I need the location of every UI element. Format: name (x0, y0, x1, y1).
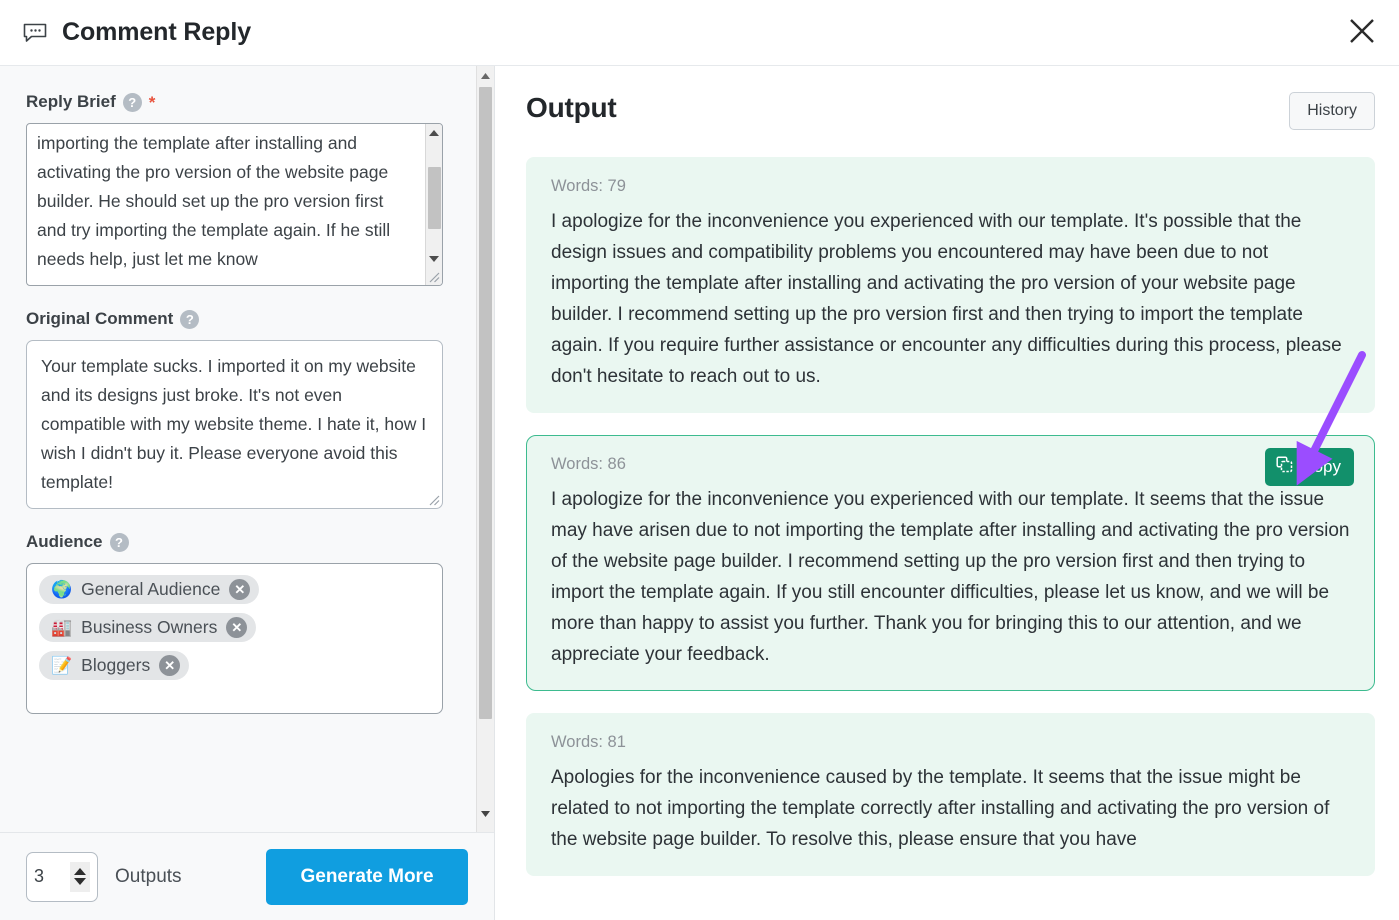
scrollbar-thumb[interactable] (479, 87, 492, 719)
question-circle-icon[interactable]: ? (109, 532, 129, 552)
original-comment-label: Original Comment ? (26, 309, 468, 329)
reply-brief-field: Reply Brief ? * importing the template a… (26, 92, 468, 286)
outputs-label: Outputs (115, 865, 182, 887)
original-comment-value: Your template sucks. I imported it on my… (41, 356, 432, 492)
question-circle-icon[interactable]: ? (122, 92, 142, 112)
word-count-label: Words: 86 (551, 454, 626, 473)
audience-chip[interactable]: 🌍 General Audience ✕ (39, 575, 260, 604)
scrollbar-thumb[interactable] (427, 167, 441, 229)
form-panel: Reply Brief ? * importing the template a… (0, 66, 495, 920)
audience-chip[interactable]: 🏭 Business Owners ✕ (39, 613, 257, 642)
output-card[interactable]: Words: 79 I apologize for the inconvenie… (526, 157, 1375, 413)
reply-brief-scrollbar[interactable] (425, 124, 442, 285)
copy-button[interactable]: Copy (1265, 448, 1354, 486)
memo-icon: 📝 (51, 656, 73, 675)
output-text: I apologize for the inconvenience you ex… (551, 211, 1342, 387)
reply-brief-textarea[interactable]: importing the template after installing … (26, 123, 443, 286)
output-panel: Output History Words: 79 I apologize for… (495, 66, 1399, 920)
scroll-down-arrow-icon[interactable] (477, 804, 495, 824)
close-icon (1347, 16, 1377, 49)
output-card-selected[interactable]: Words: 86 Copy I apologize for the incon… (526, 435, 1375, 691)
remove-chip-icon[interactable]: ✕ (229, 579, 251, 600)
original-comment-field: Original Comment ? Your template sucks. … (26, 309, 468, 509)
output-title: Output (526, 92, 617, 123)
audience-label: Audience ? (26, 532, 468, 552)
form-footer: 3 Outputs Generate More (0, 832, 494, 920)
audience-chip[interactable]: 📝 Bloggers ✕ (39, 651, 190, 680)
scroll-up-arrow-icon[interactable] (477, 66, 495, 86)
output-text: Apologies for the inconvenience caused b… (551, 767, 1330, 850)
reply-brief-label-text: Reply Brief (26, 92, 116, 111)
comment-bubble-icon (22, 20, 48, 46)
factory-icon: 🏭 (51, 618, 73, 637)
stepper-up-icon[interactable] (74, 868, 86, 875)
audience-chip-label: Bloggers (81, 655, 151, 675)
audience-chip-label: General Audience (81, 579, 221, 599)
scroll-down-arrow-icon[interactable] (426, 250, 443, 267)
app-header: Comment Reply (0, 0, 1399, 66)
original-comment-textarea[interactable]: Your template sucks. I imported it on my… (26, 340, 443, 509)
audience-chip-box[interactable]: 🌍 General Audience ✕ 🏭 Business Owners ✕ (26, 563, 443, 714)
remove-chip-icon[interactable]: ✕ (226, 617, 248, 638)
required-asterisk: * (148, 92, 156, 112)
scroll-up-arrow-icon[interactable] (426, 124, 443, 141)
outputs-count-stepper[interactable]: 3 (26, 851, 98, 902)
form-panel-scrollbar[interactable] (476, 66, 494, 832)
original-comment-label-text: Original Comment (26, 309, 174, 328)
main-body: Reply Brief ? * importing the template a… (0, 66, 1399, 920)
form-scroll-area: Reply Brief ? * importing the template a… (0, 66, 494, 832)
close-button[interactable] (1339, 9, 1385, 55)
globe-icon: 🌍 (51, 580, 73, 599)
audience-field: Audience ? 🌍 General Audience ✕ 🏭 Busine… (26, 532, 468, 714)
audience-chip-label: Business Owners (81, 617, 218, 637)
copy-button-label: Copy (1301, 457, 1341, 476)
word-count-label: Words: 79 (551, 176, 626, 195)
generate-more-button[interactable]: Generate More (266, 848, 468, 905)
output-card[interactable]: Words: 81 Apologies for the inconvenienc… (526, 713, 1375, 876)
page-title: Comment Reply (62, 18, 252, 46)
reply-brief-label: Reply Brief ? * (26, 92, 468, 112)
copy-icon (1276, 456, 1293, 478)
output-text: I apologize for the inconvenience you ex… (551, 489, 1350, 665)
stepper-spinner[interactable] (70, 861, 90, 892)
reply-brief-value: importing the template after installing … (37, 133, 395, 269)
textarea-resize-grip[interactable] (426, 492, 441, 507)
word-count-label: Words: 81 (551, 732, 626, 751)
textarea-resize-grip[interactable] (426, 269, 441, 284)
history-button[interactable]: History (1289, 92, 1375, 130)
audience-label-text: Audience (26, 532, 103, 551)
output-header: Output History (526, 92, 1375, 130)
question-circle-icon[interactable]: ? (180, 309, 200, 329)
remove-chip-icon[interactable]: ✕ (159, 655, 181, 676)
outputs-count-value: 3 (34, 866, 45, 886)
stepper-down-icon[interactable] (74, 878, 86, 885)
